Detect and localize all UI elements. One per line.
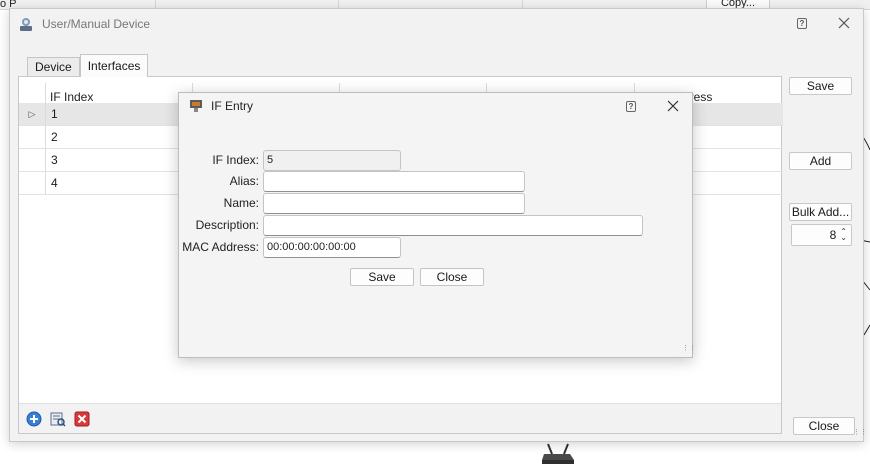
add-circle-icon xyxy=(26,411,42,427)
router-icon xyxy=(542,443,574,464)
delete-row-button[interactable] xyxy=(73,410,91,428)
row-header xyxy=(19,126,45,148)
tab-interfaces[interactable]: Interfaces xyxy=(79,54,149,77)
if-entry-title: IF Entry xyxy=(211,99,254,113)
stepper-arrows-icon[interactable]: ⌃ ⌄ xyxy=(840,228,847,242)
row-pointer-icon: ▷ xyxy=(28,108,36,119)
if-entry-help-button[interactable]: ? xyxy=(620,96,642,116)
cell-if-index: 2 xyxy=(45,126,192,148)
description-field[interactable] xyxy=(263,214,643,236)
alias-row: Alias: xyxy=(179,170,525,192)
mac-address-field[interactable] xyxy=(263,236,401,258)
add-button[interactable]: Add xyxy=(789,152,852,170)
cell-if-index: 1 xyxy=(45,103,192,125)
help-icon: ? xyxy=(797,17,807,29)
save-button[interactable]: Save xyxy=(789,77,852,95)
close-icon xyxy=(838,17,850,29)
if-entry-dialog: IF Entry ? IF Index: Alias: Name: Descri… xyxy=(178,92,696,358)
if-index-field[interactable] xyxy=(263,149,401,171)
mac-address-row: MAC Address: xyxy=(179,236,401,258)
main-close-button[interactable]: Close xyxy=(793,417,855,435)
alias-field[interactable] xyxy=(263,170,525,192)
edit-icon xyxy=(50,412,66,427)
if-entry-save-button[interactable]: Save xyxy=(350,268,414,286)
if-index-row: IF Index: xyxy=(179,149,401,171)
device-icon xyxy=(20,18,32,31)
add-row-button[interactable] xyxy=(25,410,43,428)
tab-device[interactable]: Device xyxy=(27,57,80,77)
name-field[interactable] xyxy=(263,192,525,214)
alias-label: Alias: xyxy=(229,174,259,188)
bulk-count-value: 8 xyxy=(829,228,837,242)
row-header xyxy=(19,149,45,171)
if-entry-close-button[interactable]: Close xyxy=(420,268,484,286)
description-label: Description: xyxy=(195,218,259,232)
tab-bar: Device Interfaces xyxy=(27,54,149,77)
help-icon: ? xyxy=(626,100,636,112)
bulk-add-button[interactable]: Bulk Add... xyxy=(789,203,852,221)
if-entry-close-x-button[interactable] xyxy=(662,96,684,116)
delete-icon xyxy=(74,411,90,427)
help-button[interactable]: ? xyxy=(791,13,813,33)
row-header xyxy=(19,172,45,194)
edit-row-button[interactable] xyxy=(49,410,67,428)
bulk-count-stepper[interactable]: 8 ⌃ ⌄ xyxy=(791,224,852,246)
if-index-label: IF Index: xyxy=(212,153,259,167)
main-close-x-button[interactable] xyxy=(833,13,855,33)
panel-toolbar xyxy=(19,403,781,433)
mac-address-label: MAC Address: xyxy=(182,240,259,254)
resize-grip-icon[interactable]: ⋮⋮ xyxy=(682,345,696,355)
if-entry-title-bar: IF Entry xyxy=(189,99,253,113)
name-label: Name: xyxy=(223,196,259,210)
network-card-icon xyxy=(190,100,202,112)
cell-if-index: 3 xyxy=(45,149,192,171)
close-icon xyxy=(667,100,679,112)
name-row: Name: xyxy=(179,192,525,214)
resize-grip-icon[interactable]: ⋮⋮ xyxy=(853,429,867,439)
cell-if-index: 4 xyxy=(45,172,192,194)
main-title: User/Manual Device xyxy=(42,17,151,31)
main-title-bar: User/Manual Device xyxy=(18,15,150,33)
description-row: Description: xyxy=(179,214,643,236)
